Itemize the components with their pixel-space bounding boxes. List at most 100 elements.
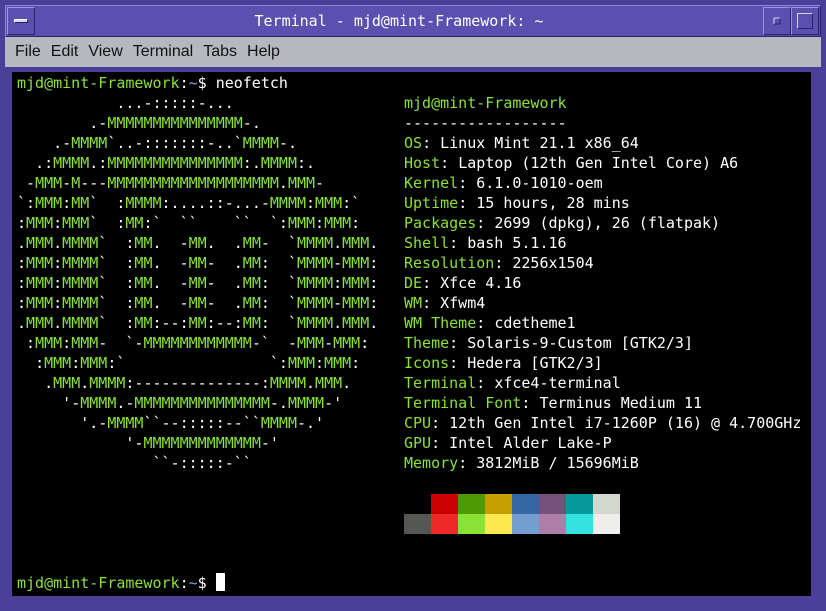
ascii-logo-line: `:MMM:MM` :MMMM:....::-...-MMMM:MMM:` xyxy=(17,194,361,212)
menu-view[interactable]: View xyxy=(83,37,127,67)
info-value: xfce4-terminal xyxy=(494,374,621,392)
text-cursor xyxy=(215,573,225,591)
minimize-button[interactable] xyxy=(763,7,791,35)
prompt-sep-2: : xyxy=(179,574,189,592)
maximize-icon xyxy=(797,13,813,29)
ascii-logo-line: ``-:::::-`` xyxy=(152,454,252,472)
info-key: Packages xyxy=(404,214,477,232)
ascii-logo-line: :MMM:MMMM` :MM. -MM- .MM: `MMMM-MMM: xyxy=(17,254,379,272)
palette-swatch xyxy=(458,514,485,534)
ascii-logo-line: ...-:::::-... xyxy=(116,94,234,112)
palette-swatch xyxy=(431,514,458,534)
palette-swatch xyxy=(539,514,566,534)
terminal-output[interactable]: mjd@mint-Framework:~$ neofetch ...-:::::… xyxy=(12,72,811,596)
info-value: 6.1.0-1010-oem xyxy=(476,174,603,192)
info-value: 12th Gen Intel i7-1260P (16) @ 4.700GHz xyxy=(449,414,802,432)
prompt-user-host: mjd@mint-Framework xyxy=(17,74,180,92)
info-field: DE: Xfce 4.16 xyxy=(404,274,522,292)
info-field: Kernel: 6.1.0-1010-oem xyxy=(404,174,603,192)
prompt-user-host-2: mjd@mint-Framework xyxy=(17,574,180,592)
info-key: Shell xyxy=(404,234,450,252)
menu-file[interactable]: File xyxy=(5,37,46,67)
maximize-button[interactable] xyxy=(791,7,819,35)
info-key: Terminal Font xyxy=(404,394,522,412)
info-field: Shell: bash 5.1.16 xyxy=(404,234,567,252)
info-key: GPU xyxy=(404,434,432,452)
prompt-symbol-2: $ xyxy=(197,574,216,592)
info-field: GPU: Intel Alder Lake-P xyxy=(404,434,612,452)
ascii-logo-line: .-MMMM`..-:::::::-..`MMMM-. xyxy=(53,134,297,152)
menu-terminal[interactable]: Terminal xyxy=(128,37,198,67)
info-value: cdetheme1 xyxy=(494,314,576,332)
info-field: CPU: 12th Gen Intel i7-1260P (16) @ 4.70… xyxy=(404,414,802,432)
ascii-logo-line: .MMM.MMMM` :MM:--:MM:--:MM: `MMMM.MMM. xyxy=(17,314,379,332)
info-field: WM Theme: cdetheme1 xyxy=(404,314,576,332)
window-menu-icon xyxy=(14,19,28,23)
ascii-logo-line: .MMM.MMMM` :MM. -MM. .MM- `MMMM.MMM. xyxy=(17,234,379,252)
prompt-symbol: $ xyxy=(197,74,216,92)
info-value: bash 5.1.16 xyxy=(467,234,567,252)
palette-swatch xyxy=(431,494,458,514)
info-field: Terminal Font: Terminus Medium 11 xyxy=(404,394,703,412)
palette-swatch xyxy=(539,494,566,514)
palette-swatch xyxy=(404,514,431,534)
info-key: Icons xyxy=(404,354,450,372)
window-title: Terminal - mjd@mint-Framework: ~ xyxy=(254,12,544,30)
ascii-logo-line: .MMM.MMMM:--------------:MMMM.MMM. xyxy=(44,374,352,392)
info-key: WM xyxy=(404,294,423,312)
palette-swatch xyxy=(593,514,620,534)
info-field: WM: Xfwm4 xyxy=(404,294,486,312)
info-key: Terminal xyxy=(404,374,477,392)
prompt-sep: : xyxy=(179,74,189,92)
info-key: Host xyxy=(404,154,441,172)
ascii-logo-line: .:MMMM.:MMMMMMMMMMMMMMM:.MMMM:. xyxy=(35,154,316,172)
command-line: mjd@mint-Framework:~$ neofetch xyxy=(17,73,288,93)
window-menu-button[interactable] xyxy=(7,7,35,35)
info-key: Resolution xyxy=(404,254,495,272)
info-field: Uptime: 15 hours, 28 mins xyxy=(404,194,630,212)
info-value: Xfwm4 xyxy=(440,294,486,312)
palette-swatch xyxy=(566,494,593,514)
info-field: Theme: Solaris-9-Custom [GTK2/3] xyxy=(404,334,693,352)
ascii-logo-line: :MMM:MMM- `-MMMMMMMMMMMM-` -MMM-MMM: xyxy=(26,334,370,352)
info-key: Kernel xyxy=(404,174,459,192)
info-key: DE xyxy=(404,274,423,292)
info-value: Terminus Medium 11 xyxy=(539,394,703,412)
prompt-line[interactable]: mjd@mint-Framework:~$ xyxy=(17,573,225,593)
terminal-window: Terminal - mjd@mint-Framework: ~ File Edi… xyxy=(0,0,826,611)
palette-swatch xyxy=(512,494,539,514)
info-value: Linux Mint 21.1 x86_64 xyxy=(440,134,639,152)
info-value: Xfce 4.16 xyxy=(440,274,522,292)
ascii-logo-line: '.-MMMM``--:::::--``MMMM-.' xyxy=(80,414,325,432)
info-field: OS: Linux Mint 21.1 x86_64 xyxy=(404,134,639,152)
info-field: Terminal: xfce4-terminal xyxy=(404,374,621,392)
info-key: Uptime xyxy=(404,194,459,212)
palette-swatch xyxy=(566,514,593,534)
info-field: Packages: 2699 (dpkg), 26 (flatpak) xyxy=(404,214,721,232)
info-header: mjd@mint-Framework xyxy=(404,94,567,112)
palette-swatch xyxy=(404,494,431,514)
info-value: Intel Alder Lake-P xyxy=(449,434,612,452)
title-bar[interactable]: Terminal - mjd@mint-Framework: ~ xyxy=(5,5,821,37)
command-text: neofetch xyxy=(215,74,288,92)
menu-edit[interactable]: Edit xyxy=(46,37,84,67)
menu-bar: File Edit View Terminal Tabs Help xyxy=(5,37,821,67)
ascii-logo-line: '-MMMMMMMMMMMMM-' xyxy=(125,434,279,452)
info-divider: ------------------ xyxy=(404,114,567,132)
palette-swatch xyxy=(485,514,512,534)
info-key: Theme xyxy=(404,334,450,352)
info-value: 15 hours, 28 mins xyxy=(476,194,630,212)
ascii-logo-line: :MMM:MMMM` :MM. -MM- .MM: `MMMM-MMM: xyxy=(17,294,379,312)
info-value: Laptop (12th Gen Intel Core) A6 xyxy=(458,154,739,172)
info-field: Icons: Hedera [GTK2/3] xyxy=(404,354,603,372)
palette-swatch xyxy=(458,494,485,514)
info-value: 2256x1504 xyxy=(512,254,594,272)
menu-help[interactable]: Help xyxy=(242,37,285,67)
ascii-logo-line: .-MMMMMMMMMMMMMMM-. xyxy=(89,114,261,132)
info-value: 2699 (dpkg), 26 (flatpak) xyxy=(494,214,721,232)
ascii-logo-line: :MMM:MMM` :MM:` `` `` `:MMM:MMM: xyxy=(17,214,361,232)
palette-swatch xyxy=(593,494,620,514)
prompt-path-2: ~ xyxy=(188,574,198,592)
menu-tabs[interactable]: Tabs xyxy=(198,37,242,67)
info-key: WM Theme xyxy=(404,314,477,332)
